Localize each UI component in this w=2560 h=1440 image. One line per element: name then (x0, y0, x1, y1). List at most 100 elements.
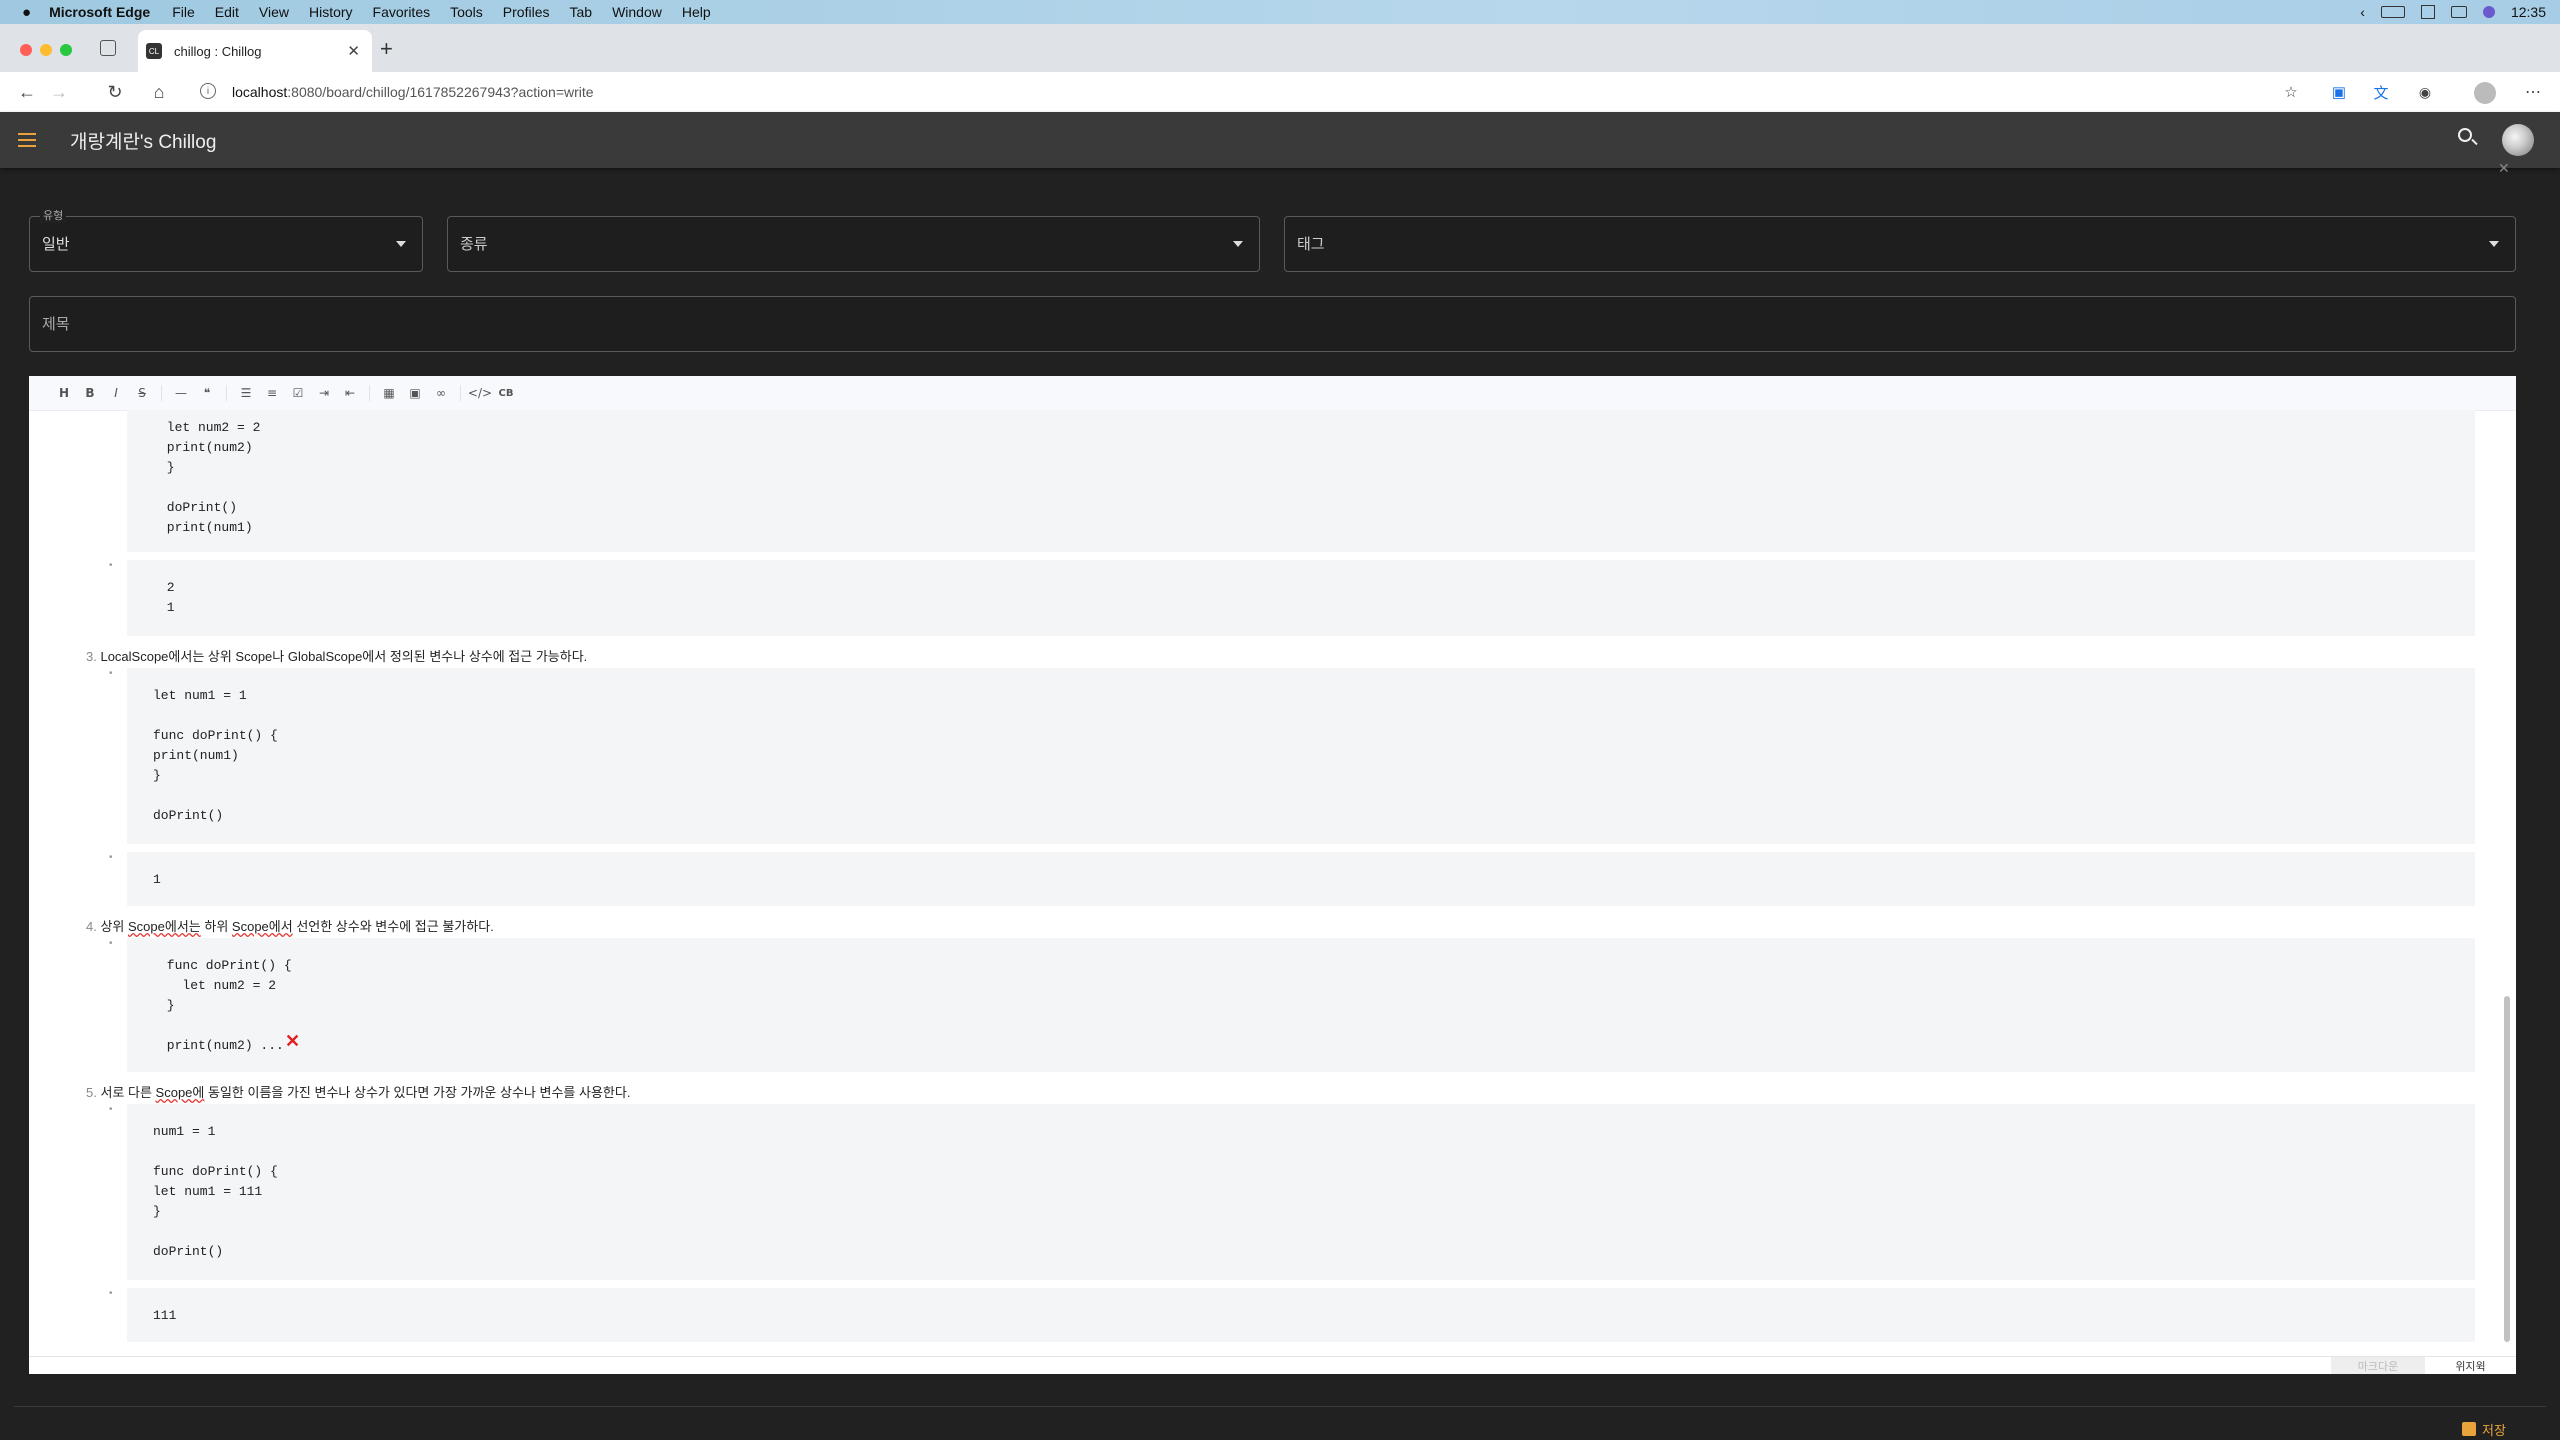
code-block[interactable]: let num2 = 2 print(num2) } doPrint() pri… (127, 410, 2475, 552)
type-label: 유형 (40, 207, 67, 223)
menu-profiles[interactable]: Profiles (503, 4, 550, 20)
home-icon[interactable]: ⌂ (144, 72, 174, 112)
browser-tab[interactable]: CL chillog : Chillog ✕ (138, 30, 372, 72)
tab-actions-icon[interactable] (100, 40, 116, 56)
output-block[interactable]: 1 (127, 852, 2475, 906)
italic-button[interactable]: I (103, 380, 129, 406)
image-icon: ▣ (409, 386, 421, 400)
close-window-button[interactable] (20, 44, 32, 56)
list-item: 5. 서로 다른 Scope에 동일한 이름을 가진 변수나 상수가 있다면 가… (86, 1082, 630, 1101)
search-icon[interactable] (2458, 128, 2478, 146)
control-center-icon[interactable] (2450, 6, 2467, 18)
siri-icon[interactable] (2482, 6, 2495, 18)
menu-edit[interactable]: Edit (215, 4, 239, 20)
bullet-list-button[interactable]: ☰ (233, 380, 259, 406)
task-list-button[interactable]: ☑ (285, 380, 311, 406)
menu-file[interactable]: File (172, 4, 195, 20)
output-block[interactable]: 111 (127, 1288, 2475, 1342)
hamburger-menu-icon[interactable] (18, 133, 36, 147)
wysiwyg-mode-tab[interactable]: 위지윅 (2425, 1357, 2516, 1375)
close-editor-icon[interactable]: ✕ (2498, 160, 2510, 177)
save-label: 저장 (2482, 1422, 2506, 1438)
menu-view[interactable]: View (259, 4, 289, 20)
favicon-icon: CL (146, 43, 162, 59)
item-text: LocalScope에서는 상위 Scope나 GlobalScope에서 정의… (100, 649, 588, 664)
more-menu-icon[interactable]: ⋯ (2518, 72, 2548, 112)
favorite-star-icon[interactable]: ☆ (2276, 72, 2306, 112)
image-button[interactable]: ▣ (402, 380, 428, 406)
scrollbar-thumb[interactable] (2504, 996, 2510, 1342)
editor-scrollbar[interactable] (2502, 408, 2512, 1354)
menubar-app-name[interactable]: Microsoft Edge (49, 4, 150, 20)
menu-history[interactable]: History (309, 4, 353, 20)
menu-favorites[interactable]: Favorites (373, 4, 431, 20)
back-icon[interactable]: ← (12, 72, 42, 112)
chevron-left-icon[interactable]: ‹ (2360, 4, 2365, 20)
kind-select[interactable]: 종류 (447, 216, 1260, 272)
code-block[interactable]: func doPrint() { let num2 = 2 } print(nu… (127, 938, 2475, 1072)
ordered-list-icon: ≡ (266, 386, 278, 400)
type-dropdown-icon (396, 241, 406, 247)
toolbar-divider (161, 385, 162, 401)
translate-icon[interactable]: 文 (2366, 72, 2396, 112)
editor-mode-bar: 마크다운 위지윅 (29, 1356, 2516, 1375)
app-title[interactable]: 개랑계란's Chillog (70, 127, 216, 154)
menu-help[interactable]: Help (682, 4, 711, 20)
kind-dropdown-icon (1233, 241, 1243, 247)
code-block[interactable]: num1 = 1 func doPrint() { let num1 = 111… (127, 1104, 2475, 1280)
tag-dropdown-icon (2489, 241, 2499, 247)
toolbar-divider (226, 385, 227, 401)
menu-tools[interactable]: Tools (450, 4, 483, 20)
heading-button[interactable]: H (51, 380, 77, 406)
forward-icon[interactable]: → (44, 72, 74, 112)
tag-placeholder: 태그 (1297, 236, 1325, 253)
close-tab-icon[interactable]: ✕ (347, 42, 360, 60)
extension-icon[interactable]: ◉ (2410, 72, 2440, 112)
item-text-e: 선언한 상수와 변수에 접근 불가하다. (292, 919, 494, 934)
link-button[interactable]: ∞ (428, 380, 454, 406)
url-input[interactable]: localhost:8080/board/chillog/16178522679… (232, 72, 594, 112)
profile-avatar-icon[interactable] (2474, 82, 2496, 104)
code-button[interactable]: </> (467, 380, 493, 406)
save-button[interactable]: 저장 (2462, 1420, 2506, 1438)
url-host: localhost (232, 84, 288, 100)
refresh-icon[interactable]: ↻ (100, 72, 130, 112)
bold-button[interactable]: B (77, 380, 103, 406)
minimize-window-button[interactable] (40, 44, 52, 56)
title-placeholder: 제목 (42, 316, 70, 333)
title-input[interactable]: 제목 (29, 296, 2516, 352)
kind-placeholder: 종류 (460, 236, 488, 253)
table-icon: ▦ (383, 386, 395, 400)
calendar-icon[interactable] (2420, 5, 2435, 19)
quote-button[interactable]: ❝ (194, 380, 220, 406)
horizontal-rule-button[interactable]: — (168, 380, 194, 406)
menu-tab[interactable]: Tab (569, 4, 592, 20)
editor-toolbar: H B I S — ❝ ☰ ≡ ☑ ⇥ ⇤ ▦ ▣ ∞ </> CB (29, 376, 2516, 411)
menu-window[interactable]: Window (612, 4, 662, 20)
code-block-button[interactable]: CB (493, 380, 519, 406)
collections-icon[interactable]: ▣ (2324, 72, 2354, 112)
strike-button[interactable]: S (129, 380, 155, 406)
markdown-mode-tab[interactable]: 마크다운 (2331, 1357, 2425, 1375)
maximize-window-button[interactable] (60, 44, 72, 56)
user-avatar[interactable] (2502, 124, 2534, 156)
new-tab-icon[interactable]: + (380, 36, 393, 62)
red-x-icon: ✕ (285, 1031, 301, 1051)
indent-icon: ⇥ (318, 386, 330, 400)
apple-icon[interactable]: ● (22, 4, 31, 21)
table-button[interactable]: ▦ (376, 380, 402, 406)
info-icon[interactable]: i (200, 83, 216, 99)
item-number: 5. (86, 1085, 97, 1100)
tag-select[interactable]: 태그 (1284, 216, 2516, 272)
list-bullet: • (109, 668, 113, 679)
output-block[interactable]: 2 1 (127, 560, 2475, 636)
indent-button[interactable]: ⇥ (311, 380, 337, 406)
type-select[interactable]: 유형 일반 (29, 207, 423, 272)
code-block[interactable]: let num1 = 1 func doPrint() { print(num1… (127, 668, 2475, 844)
bottom-bar: 저장 (0, 1374, 2560, 1440)
ordered-list-button[interactable]: ≡ (259, 380, 285, 406)
battery-icon[interactable] (2380, 6, 2405, 18)
outdent-button[interactable]: ⇤ (337, 380, 363, 406)
item-number: 3. (86, 649, 97, 664)
item-text-c: 하위 (200, 919, 232, 934)
